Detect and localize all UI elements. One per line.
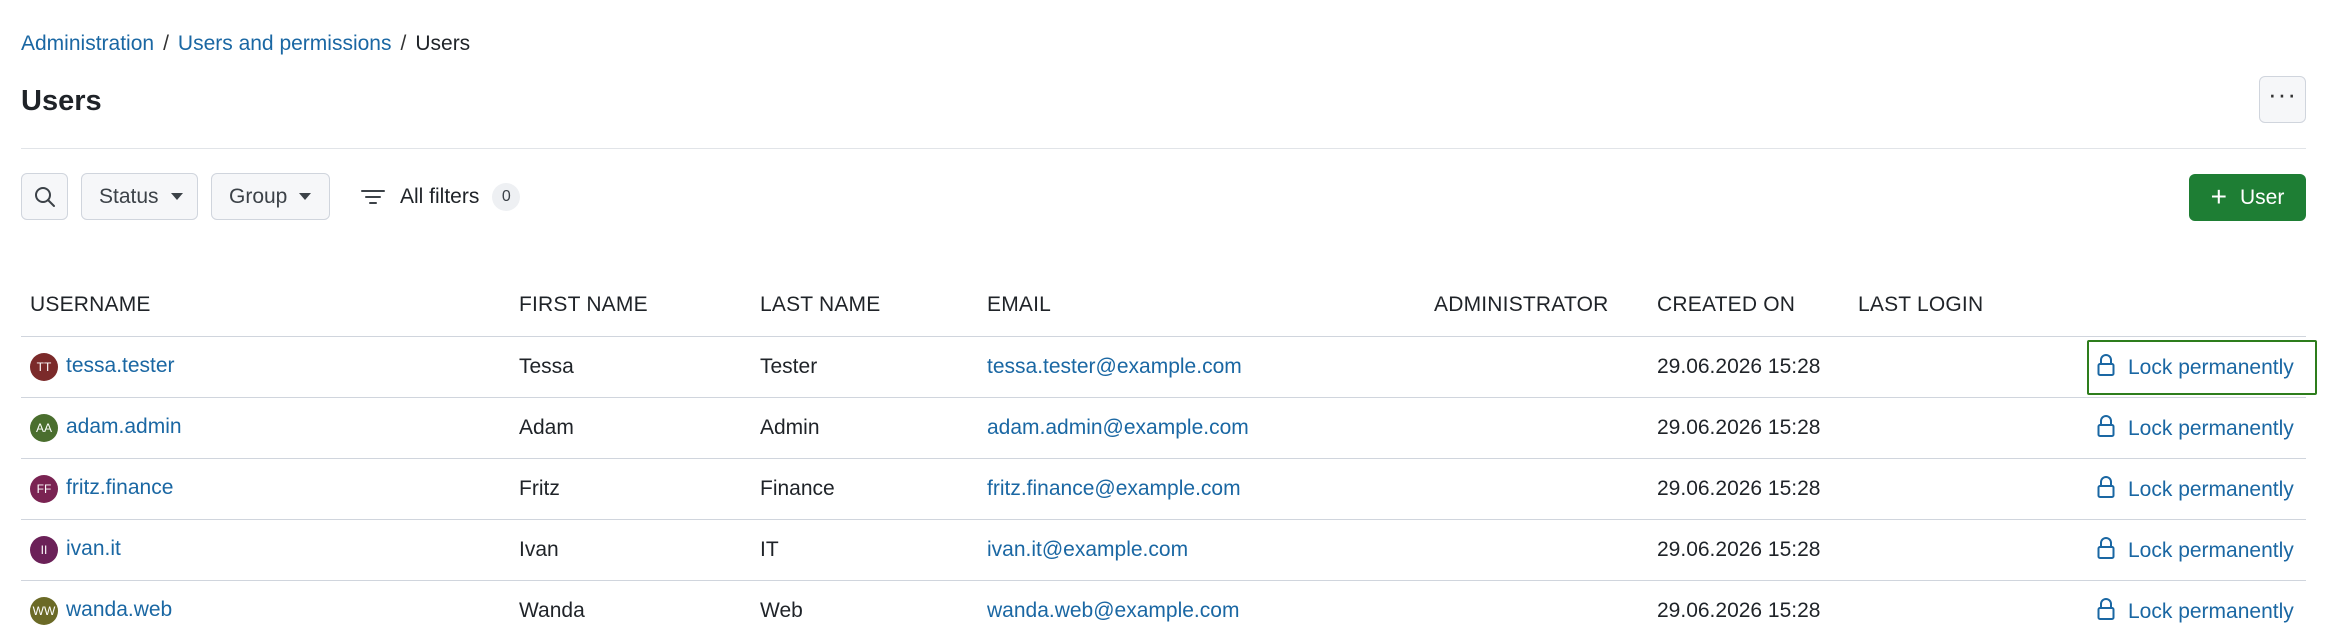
- cell-first-name: Tessa: [519, 355, 574, 378]
- username-link[interactable]: ivan.it: [66, 537, 121, 561]
- email-link[interactable]: fritz.finance@example.com: [987, 459, 1241, 519]
- header-divider: [21, 148, 2306, 149]
- cell-username: FF fritz.finance: [30, 459, 173, 519]
- breadcrumb-current: Users: [415, 32, 471, 55]
- lock-permanently-label: Lock permanently: [2128, 538, 2294, 562]
- cell-username: AA adam.admin: [30, 398, 182, 458]
- cell-last-name: Finance: [760, 477, 835, 500]
- column-header-email[interactable]: EMAIL: [987, 273, 1051, 337]
- add-user-label: User: [2240, 185, 2285, 209]
- search-icon: [34, 186, 55, 207]
- lock-icon: [2097, 414, 2115, 437]
- status-filter-label: Status: [99, 184, 159, 208]
- cell-last-name: Tester: [760, 355, 818, 378]
- column-header-username[interactable]: USERNAME: [30, 273, 151, 337]
- cell-last-name: Web: [760, 599, 803, 622]
- breadcrumb-separator: /: [400, 32, 407, 55]
- lock-icon: [2097, 475, 2115, 498]
- avatar: FF: [30, 475, 58, 503]
- cell-created-on: 29.06.2026 15:28: [1657, 355, 1821, 378]
- filter-count-badge: 0: [492, 182, 521, 211]
- lock-permanently-button[interactable]: Lock permanently: [2087, 401, 2317, 456]
- cell-last-name: Admin: [760, 416, 820, 439]
- avatar: II: [30, 536, 58, 564]
- column-header-administrator[interactable]: ADMINISTRATOR: [1434, 273, 1609, 337]
- table-row: TT tessa.tester Tessa Tester tessa.tester@ex…: [21, 337, 2317, 398]
- lock-permanently-button[interactable]: Lock permanently: [2087, 462, 2317, 517]
- lock-permanently-button[interactable]: Lock permanently: [2087, 523, 2317, 578]
- more-actions-button[interactable]: ···: [2259, 76, 2306, 123]
- group-filter-button[interactable]: Group: [211, 173, 330, 220]
- search-button[interactable]: [21, 173, 68, 220]
- lock-permanently-label: Lock permanently: [2128, 416, 2294, 440]
- avatar: TT: [30, 353, 58, 381]
- breadcrumb-administration[interactable]: Administration: [21, 31, 154, 57]
- column-header-created-on[interactable]: CREATED ON: [1657, 273, 1795, 337]
- table-row: FF fritz.finance Fritz Finance fritz.finance…: [21, 459, 2306, 520]
- caret-down-icon: [170, 193, 183, 200]
- filter-lines-icon: [361, 189, 385, 204]
- username-link[interactable]: adam.admin: [66, 415, 182, 439]
- table-header: USERNAME FIRST NAME LAST NAME EMAIL ADMI…: [21, 273, 2306, 337]
- more-horizontal-icon: ···: [2268, 78, 2297, 109]
- group-filter-label: Group: [229, 184, 288, 208]
- all-filters-button[interactable]: All filters 0: [360, 173, 521, 220]
- users-table: USERNAME FIRST NAME LAST NAME EMAIL ADMI…: [21, 273, 2317, 638]
- caret-down-icon: [299, 193, 312, 200]
- username-link[interactable]: wanda.web: [66, 598, 172, 622]
- cell-username: WW wanda.web: [30, 581, 172, 638]
- page-title: Users: [21, 85, 102, 117]
- cell-created-on: 29.06.2026 15:28: [1657, 477, 1821, 500]
- column-header-last-name[interactable]: LAST NAME: [760, 273, 880, 337]
- cell-first-name: Fritz: [519, 477, 560, 500]
- cell-last-name: IT: [760, 538, 779, 561]
- breadcrumb-separator: /: [163, 32, 169, 55]
- email-link[interactable]: tessa.tester@example.com: [987, 337, 1242, 397]
- cell-created-on: 29.06.2026 15:28: [1657, 538, 1821, 561]
- column-header-first-name[interactable]: FIRST NAME: [519, 273, 648, 337]
- table-row: AA adam.admin Adam Admin adam.admin@example.…: [21, 398, 2306, 459]
- cell-first-name: Adam: [519, 416, 574, 439]
- cell-created-on: 29.06.2026 15:28: [1657, 416, 1821, 439]
- all-filters-label: All filters: [400, 184, 480, 208]
- lock-icon: [2097, 353, 2115, 376]
- username-link[interactable]: tessa.tester: [66, 354, 175, 378]
- cell-first-name: Ivan: [519, 538, 559, 561]
- breadcrumb: Administration / Users and permissions /…: [21, 31, 470, 57]
- lock-permanently-button[interactable]: Lock permanently: [2087, 584, 2317, 638]
- lock-icon: [2097, 597, 2115, 620]
- username-link[interactable]: fritz.finance: [66, 476, 173, 500]
- table-row: II ivan.it Ivan IT ivan.it@example.com 29.06.…: [21, 520, 2306, 581]
- lock-permanently-label: Lock permanently: [2128, 599, 2294, 623]
- table-row: WW wanda.web Wanda Web wanda.web@example.com…: [21, 581, 2306, 638]
- cell-username: II ivan.it: [30, 520, 121, 580]
- email-link[interactable]: ivan.it@example.com: [987, 520, 1188, 580]
- status-filter-button[interactable]: Status: [81, 173, 198, 220]
- avatar: WW: [30, 597, 58, 625]
- cell-first-name: Wanda: [519, 599, 585, 622]
- lock-permanently-label: Lock permanently: [2128, 477, 2294, 501]
- lock-icon: [2097, 536, 2115, 559]
- email-link[interactable]: adam.admin@example.com: [987, 398, 1249, 458]
- lock-permanently-button[interactable]: Lock permanently: [2087, 340, 2317, 395]
- column-header-last-login[interactable]: LAST LOGIN: [1858, 273, 1983, 337]
- breadcrumb-users-and-permissions[interactable]: Users and permissions: [178, 31, 392, 57]
- table-body: TT tessa.tester Tessa Tester tessa.tester@ex…: [21, 337, 2317, 638]
- lock-permanently-label: Lock permanently: [2128, 355, 2294, 379]
- cell-created-on: 29.06.2026 15:28: [1657, 599, 1821, 622]
- avatar: AA: [30, 414, 58, 442]
- cell-username: TT tessa.tester: [30, 337, 175, 397]
- add-user-button[interactable]: + User: [2189, 174, 2306, 221]
- email-link[interactable]: wanda.web@example.com: [987, 581, 1239, 638]
- plus-icon: +: [2210, 180, 2227, 212]
